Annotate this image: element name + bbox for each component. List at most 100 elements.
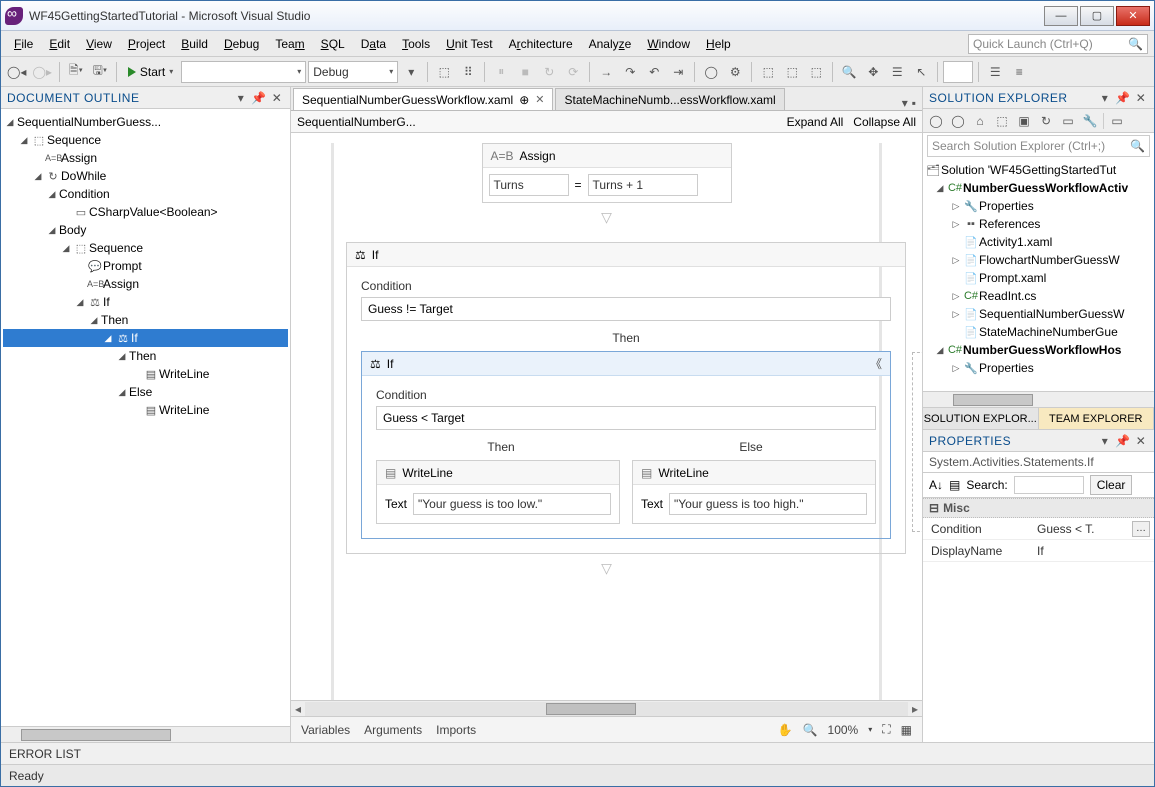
nav-fwd-button[interactable]: ◯▸ bbox=[30, 61, 53, 83]
menu-sql[interactable]: SQL bbox=[314, 34, 352, 54]
solution-hscroll[interactable] bbox=[923, 391, 1154, 407]
maximize-button[interactable]: ▢ bbox=[1080, 6, 1114, 26]
sln-readint[interactable]: ▷C#ReadInt.cs bbox=[925, 287, 1152, 305]
expand-all-button[interactable]: Expand All bbox=[787, 115, 844, 129]
tb-misc-1[interactable]: ◯ bbox=[700, 61, 722, 83]
pause-button[interactable]: ⏸ bbox=[490, 61, 512, 83]
solution-tree[interactable]: 🗂Solution 'WF45GettingStartedTut ◢C#Numb… bbox=[923, 159, 1154, 391]
tree-root[interactable]: ◢SequentialNumberGuess... bbox=[3, 113, 288, 131]
tree-csharp[interactable]: ▭CSharpValue<Boolean> bbox=[3, 203, 288, 221]
tab-sequential[interactable]: SequentialNumberGuessWorkflow.xaml ⊕ ✕ bbox=[293, 88, 553, 110]
tree-condition[interactable]: ◢Condition bbox=[3, 185, 288, 203]
start-debug-button[interactable]: Start ▾ bbox=[122, 61, 179, 83]
refresh-button[interactable]: ⟳ bbox=[562, 61, 584, 83]
tree-assign2[interactable]: A=BAssign bbox=[3, 275, 288, 293]
sln-refs[interactable]: ▷▪▪References bbox=[925, 215, 1152, 233]
menu-build[interactable]: Build bbox=[174, 34, 215, 54]
tb-misc-6[interactable]: ✥ bbox=[862, 61, 884, 83]
tree-if[interactable]: ◢⚖If bbox=[3, 293, 288, 311]
se-refresh-icon[interactable]: ↻ bbox=[1037, 114, 1055, 128]
tb-combo-2[interactable] bbox=[943, 61, 973, 83]
quick-launch-input[interactable]: Quick Launch (Ctrl+Q) 🔍 bbox=[968, 34, 1148, 54]
tree-prompt[interactable]: 💬Prompt bbox=[3, 257, 288, 275]
fit-icon[interactable]: ⛶ bbox=[882, 722, 890, 737]
breadcrumb-path[interactable]: SequentialNumberG... bbox=[297, 115, 416, 129]
tree-sequence2[interactable]: ◢⬚Sequence bbox=[3, 239, 288, 257]
se-props-icon[interactable]: 🔧 bbox=[1081, 114, 1099, 128]
tab-dropdown-icon[interactable]: ▾ bbox=[902, 96, 908, 110]
tb-misc-7[interactable]: ☰ bbox=[886, 61, 908, 83]
collapse-icon[interactable]: 《 bbox=[870, 355, 882, 372]
se-fwd-icon[interactable]: ◯ bbox=[949, 114, 967, 128]
tab-close-icon[interactable]: ✕ bbox=[535, 93, 544, 106]
tab-statemachine[interactable]: StateMachineNumb...essWorkflow.xaml bbox=[555, 88, 784, 110]
se-sync-icon[interactable]: ▣ bbox=[1015, 114, 1033, 128]
props-row-condition[interactable]: Condition Guess < T.… bbox=[923, 518, 1154, 540]
menu-tools[interactable]: Tools bbox=[395, 34, 437, 54]
nav-back-button[interactable]: ◯◂ bbox=[5, 61, 28, 83]
tree-sequence[interactable]: ◢⬚Sequence bbox=[3, 131, 288, 149]
solution-search-input[interactable]: Search Solution Explorer (Ctrl+;) 🔍 bbox=[927, 135, 1150, 157]
config-combo[interactable]: Debug▾ bbox=[308, 61, 398, 83]
tree-writeline1[interactable]: ▤WriteLine bbox=[3, 365, 288, 383]
pin-icon[interactable]: 📌 bbox=[252, 91, 266, 105]
designer-hscroll[interactable]: ◂ ▸ bbox=[291, 700, 922, 716]
writeline-low[interactable]: ▤WriteLine Text "Your guess is too low." bbox=[376, 460, 620, 524]
outline-hscroll[interactable] bbox=[1, 726, 290, 742]
assign-value-input[interactable]: Turns + 1 bbox=[588, 174, 698, 196]
close-panel-icon[interactable]: ✕ bbox=[1134, 434, 1148, 448]
pointer-button[interactable]: ↖ bbox=[910, 61, 932, 83]
sln-activity1[interactable]: 📄Activity1.xaml bbox=[925, 233, 1152, 251]
error-list-tab[interactable]: ERROR LIST bbox=[1, 742, 1154, 764]
se-collapse-icon[interactable]: ⬚ bbox=[993, 114, 1011, 128]
categorize-icon[interactable]: ▤ bbox=[949, 478, 960, 492]
imports-button[interactable]: Imports bbox=[436, 723, 476, 737]
run-to-button[interactable]: ⇥ bbox=[667, 61, 689, 83]
dropdown-icon[interactable]: ▾ bbox=[1098, 91, 1112, 105]
props-category-misc[interactable]: ⊟Misc bbox=[923, 498, 1154, 518]
sln-proj2[interactable]: ◢C#NumberGuessWorkflowHos bbox=[925, 341, 1152, 359]
arguments-button[interactable]: Arguments bbox=[364, 723, 422, 737]
menu-architecture[interactable]: Architecture bbox=[502, 34, 580, 54]
dropdown-icon[interactable]: ▾ bbox=[234, 91, 248, 105]
se-preview-icon[interactable]: ▭ bbox=[1108, 114, 1126, 128]
tb-misc-5[interactable]: ⬚ bbox=[805, 61, 827, 83]
tree-writeline2[interactable]: ▤WriteLine bbox=[3, 401, 288, 419]
step-into-button[interactable]: → bbox=[595, 61, 617, 83]
overview-icon[interactable]: ▦ bbox=[901, 723, 912, 737]
outline-tree[interactable]: ◢SequentialNumberGuess... ◢⬚Sequence A=B… bbox=[1, 109, 290, 726]
sln-proj1[interactable]: ◢C#NumberGuessWorkflowActiv bbox=[925, 179, 1152, 197]
menu-analyze[interactable]: Analyze bbox=[582, 34, 639, 54]
sln-props[interactable]: ▷🔧Properties bbox=[925, 197, 1152, 215]
menu-data[interactable]: Data bbox=[354, 34, 393, 54]
workflow-designer[interactable]: A=BAssign Turns = Turns + 1 ▽ ⚖If Condit… bbox=[291, 133, 922, 700]
sln-prompt[interactable]: 📄Prompt.xaml bbox=[925, 269, 1152, 287]
props-clear-button[interactable]: Clear bbox=[1090, 475, 1133, 495]
menu-help[interactable]: Help bbox=[699, 34, 738, 54]
platform-button[interactable]: ▾ bbox=[400, 61, 422, 83]
tab-solution-explorer[interactable]: SOLUTION EXPLOR... bbox=[923, 408, 1039, 429]
tree-assign[interactable]: A=BAssign bbox=[3, 149, 288, 167]
dropdown-icon[interactable]: ▾ bbox=[1098, 434, 1112, 448]
sln-flowchart[interactable]: ▷📄FlowchartNumberGuessW bbox=[925, 251, 1152, 269]
menu-window[interactable]: Window bbox=[640, 34, 697, 54]
tab-pin-icon[interactable]: ⊕ bbox=[519, 93, 529, 107]
stop-button[interactable]: ■ bbox=[514, 61, 536, 83]
menu-project[interactable]: Project bbox=[121, 34, 172, 54]
condition-input-outer[interactable]: Guess != Target bbox=[361, 297, 891, 321]
props-search-input[interactable] bbox=[1014, 476, 1084, 494]
close-button[interactable]: ✕ bbox=[1116, 6, 1150, 26]
menu-unittest[interactable]: Unit Test bbox=[439, 34, 499, 54]
se-back-icon[interactable]: ◯ bbox=[927, 114, 945, 128]
pin-icon[interactable]: 📌 bbox=[1116, 91, 1130, 105]
menu-team[interactable]: Team bbox=[268, 34, 311, 54]
tb-misc-2[interactable]: ⚙ bbox=[724, 61, 746, 83]
step-over-button[interactable]: ↷ bbox=[619, 61, 641, 83]
pin-icon[interactable]: 📌 bbox=[1116, 434, 1130, 448]
tree-dowhile[interactable]: ◢↻DoWhile bbox=[3, 167, 288, 185]
tb-layout-1[interactable]: ☰ bbox=[984, 61, 1006, 83]
ellipsis-button[interactable]: … bbox=[1132, 521, 1150, 537]
tab-team-explorer[interactable]: TEAM EXPLORER bbox=[1039, 408, 1155, 429]
sln-smwf[interactable]: 📄StateMachineNumberGue bbox=[925, 323, 1152, 341]
zoom-icon[interactable]: 🔍 bbox=[803, 723, 818, 737]
